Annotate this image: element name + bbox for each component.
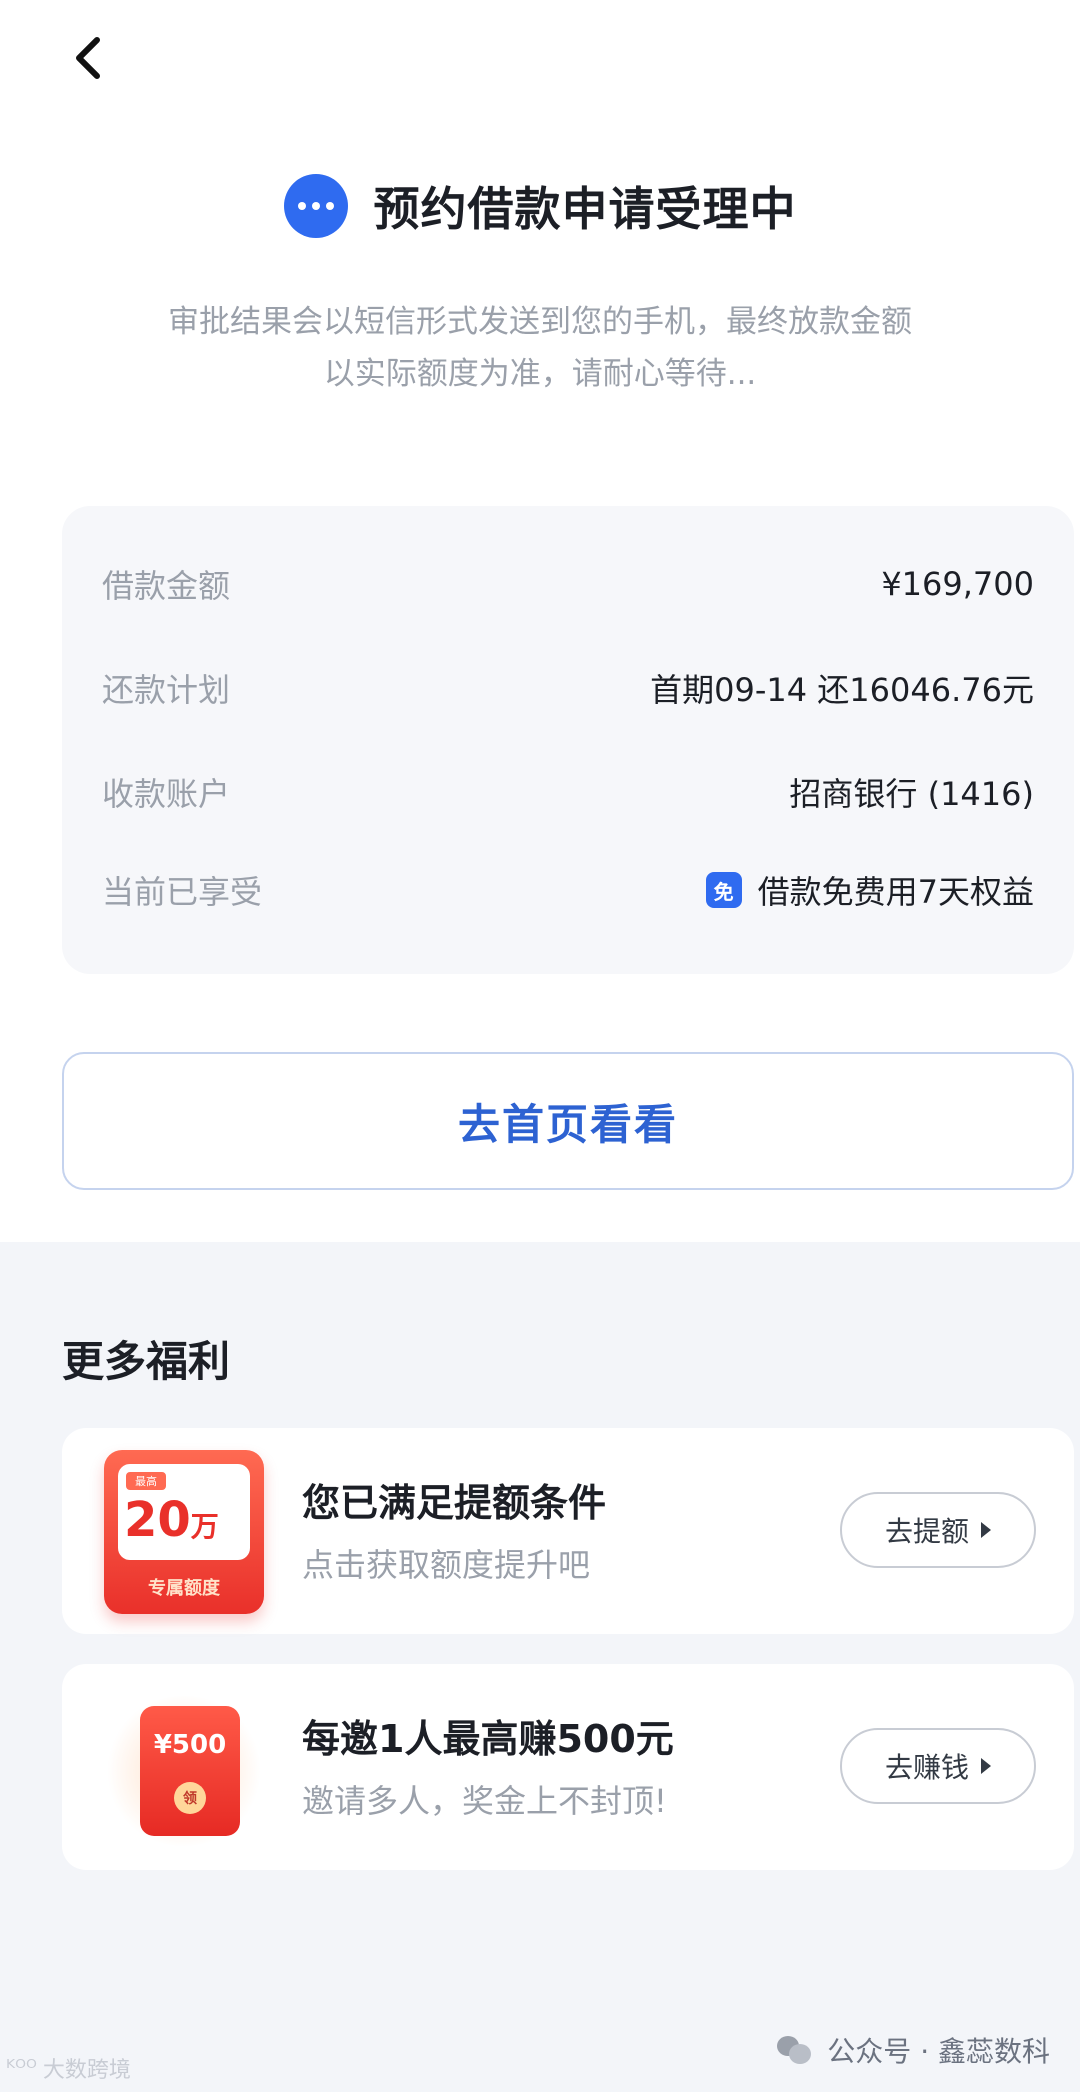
earn-money-button[interactable]: 去赚钱 <box>840 1728 1036 1804</box>
promo-title: 您已满足提额条件 <box>302 1481 607 1525</box>
envelope-seal: 领 <box>174 1782 206 1814</box>
promo-card-invite[interactable]: ¥500 领 每邀1人最高赚500元 邀请多人，奖金上不封顶! 去赚钱 <box>62 1664 1074 1870</box>
play-arrow-icon <box>981 1522 991 1538</box>
promo-title: 每邀1人最高赚500元 <box>302 1717 674 1761</box>
notice-line-1: 审批结果会以短信形式发送到您的手机，最终放款金额 <box>168 304 912 340</box>
info-value: 首期09-14 还16046.76元 <box>650 671 1034 709</box>
info-label: 当前已享受 <box>102 873 263 911</box>
notice-line-2: 以实际额度为准，请耐心等待... <box>323 356 757 392</box>
chevron-left-icon <box>76 37 100 79</box>
info-value: 招商银行 (1416) <box>789 775 1034 813</box>
info-row-benefit: 当前已享受 免 借款免费用7天权益 <box>102 860 1034 920</box>
info-row-amount: 借款金额 ¥169,700 <box>102 554 1034 614</box>
info-label: 借款金额 <box>102 567 231 605</box>
envelope-amount: ¥500 <box>153 1730 227 1760</box>
info-value-benefit: 免 借款免费用7天权益 <box>705 867 1034 913</box>
more-benefits-title: 更多福利 <box>62 1337 231 1386</box>
notice-text: 审批结果会以短信形式发送到您的手机，最终放款金额 以实际额度为准，请耐心等待..… <box>100 296 980 400</box>
watermark-right: 公众号 · 鑫蕊数科 <box>777 2030 1050 2070</box>
free-fee-icon: 免 <box>705 872 742 908</box>
wechat-icon <box>777 2036 812 2064</box>
info-row-repayment: 还款计划 首期09-14 还16046.76元 <box>102 658 1034 718</box>
badge-tag: 最高 <box>126 1472 166 1490</box>
more-dots-icon <box>283 174 348 238</box>
raise-limit-button[interactable]: 去提额 <box>840 1492 1036 1568</box>
red-envelope-icon: ¥500 领 <box>104 1686 264 1850</box>
promo-subtitle: 邀请多人，奖金上不封顶! <box>302 1782 667 1820</box>
loan-info-card: 借款金额 ¥169,700 还款计划 首期09-14 还16046.76元 收款… <box>62 506 1074 974</box>
promo-card-limit[interactable]: 最高 20万 专属额度 您已满足提额条件 点击获取额度提升吧 去提额 <box>62 1428 1074 1634</box>
watermark-left-text: 大数跨境 <box>42 2058 131 2083</box>
info-value: ¥169,700 <box>881 565 1034 603</box>
play-arrow-icon <box>981 1758 991 1774</box>
info-label: 还款计划 <box>102 671 231 709</box>
go-home-button[interactable]: 去首页看看 <box>62 1052 1074 1190</box>
button-label: 去赚钱 <box>884 1751 969 1784</box>
benefit-text: 借款免费用7天权益 <box>757 873 1034 911</box>
button-label: 去提额 <box>884 1515 969 1548</box>
status-title: 预约借款申请受理中 <box>373 182 797 236</box>
promo-subtitle: 点击获取额度提升吧 <box>302 1546 591 1584</box>
info-label: 收款账户 <box>102 775 231 813</box>
info-row-account: 收款账户 招商银行 (1416) <box>102 762 1034 822</box>
badge-footer: 专属额度 <box>148 1578 220 1599</box>
status-header: 预约借款申请受理中 <box>0 166 1080 246</box>
back-button[interactable] <box>58 28 118 88</box>
watermark-right-text: 公众号 · 鑫蕊数科 <box>827 2035 1050 2068</box>
watermark-logo-icon: ᴷᴼᴼ <box>6 2055 37 2081</box>
watermark-left: ᴷᴼᴼ 大数跨境 <box>6 2052 131 2084</box>
badge-amount: 20万 <box>124 1492 219 1548</box>
limit-badge-icon: 最高 20万 专属额度 <box>104 1450 264 1614</box>
